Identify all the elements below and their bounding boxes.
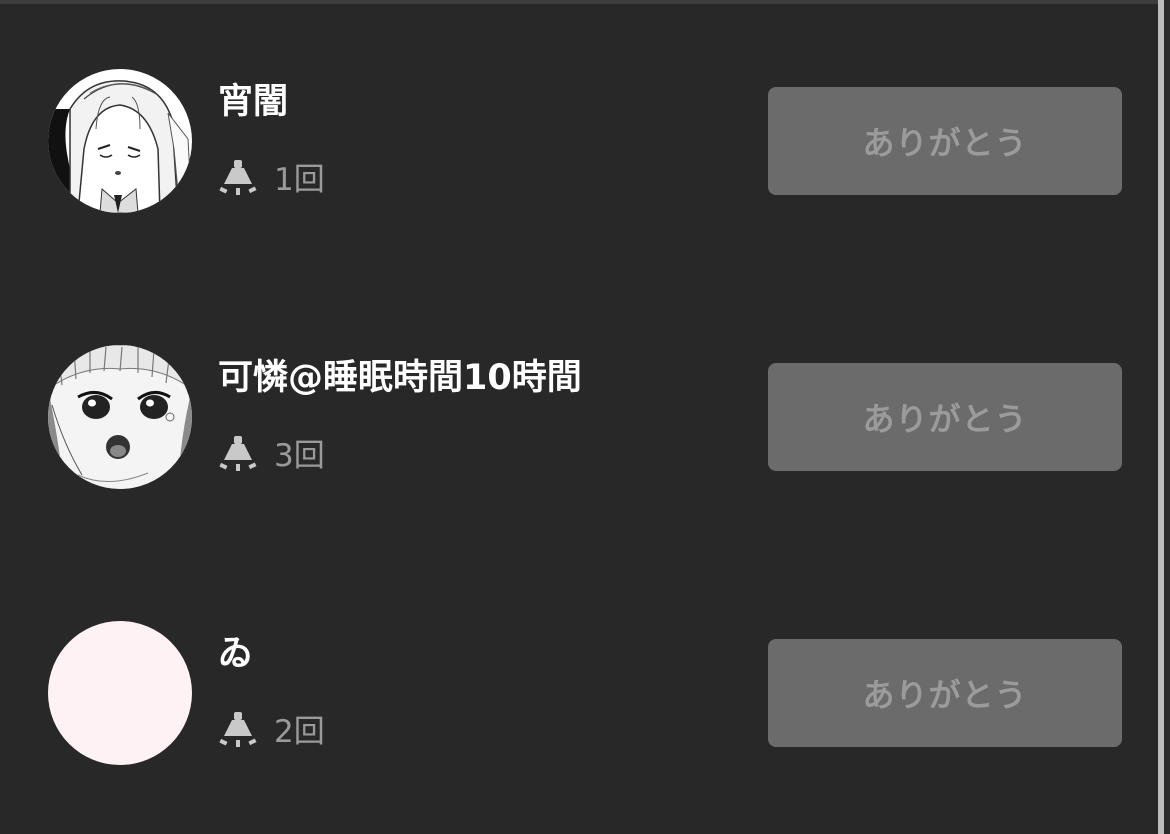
supporter-name[interactable]: 宵闇 (218, 80, 288, 124)
thanks-button[interactable]: ありがとう (768, 87, 1122, 195)
supporter-name[interactable]: 可憐@睡眠時間10時間 (218, 356, 582, 400)
user-avatar[interactable] (48, 345, 192, 489)
support-count-label: 2回 (274, 713, 325, 750)
thanks-button[interactable]: ありがとう (768, 639, 1122, 747)
lamp-icon (219, 712, 257, 747)
user-avatar[interactable] (48, 69, 192, 213)
supporter-name[interactable]: ゐ (218, 632, 253, 676)
support-count-label: 3回 (274, 437, 325, 474)
supporter-row: ゐ 2回 ありがとう (0, 618, 1150, 768)
user-avatar[interactable] (48, 621, 192, 765)
supporter-list: 宵闇 1回 ありがとう 可憐@睡眠時間10時間 3回 ありがとう ゐ 2回 あり… (0, 0, 1150, 834)
support-count: 3回 (218, 430, 325, 474)
lamp-icon (219, 160, 257, 195)
supporter-row: 宵闇 1回 ありがとう (0, 66, 1150, 216)
support-count: 2回 (218, 706, 325, 750)
thanks-button[interactable]: ありがとう (768, 363, 1122, 471)
support-count-label: 1回 (274, 161, 325, 198)
scrollbar[interactable] (1158, 0, 1164, 834)
supporter-row: 可憐@睡眠時間10時間 3回 ありがとう (0, 342, 1150, 492)
lamp-icon (219, 436, 257, 471)
support-count: 1回 (218, 154, 325, 198)
